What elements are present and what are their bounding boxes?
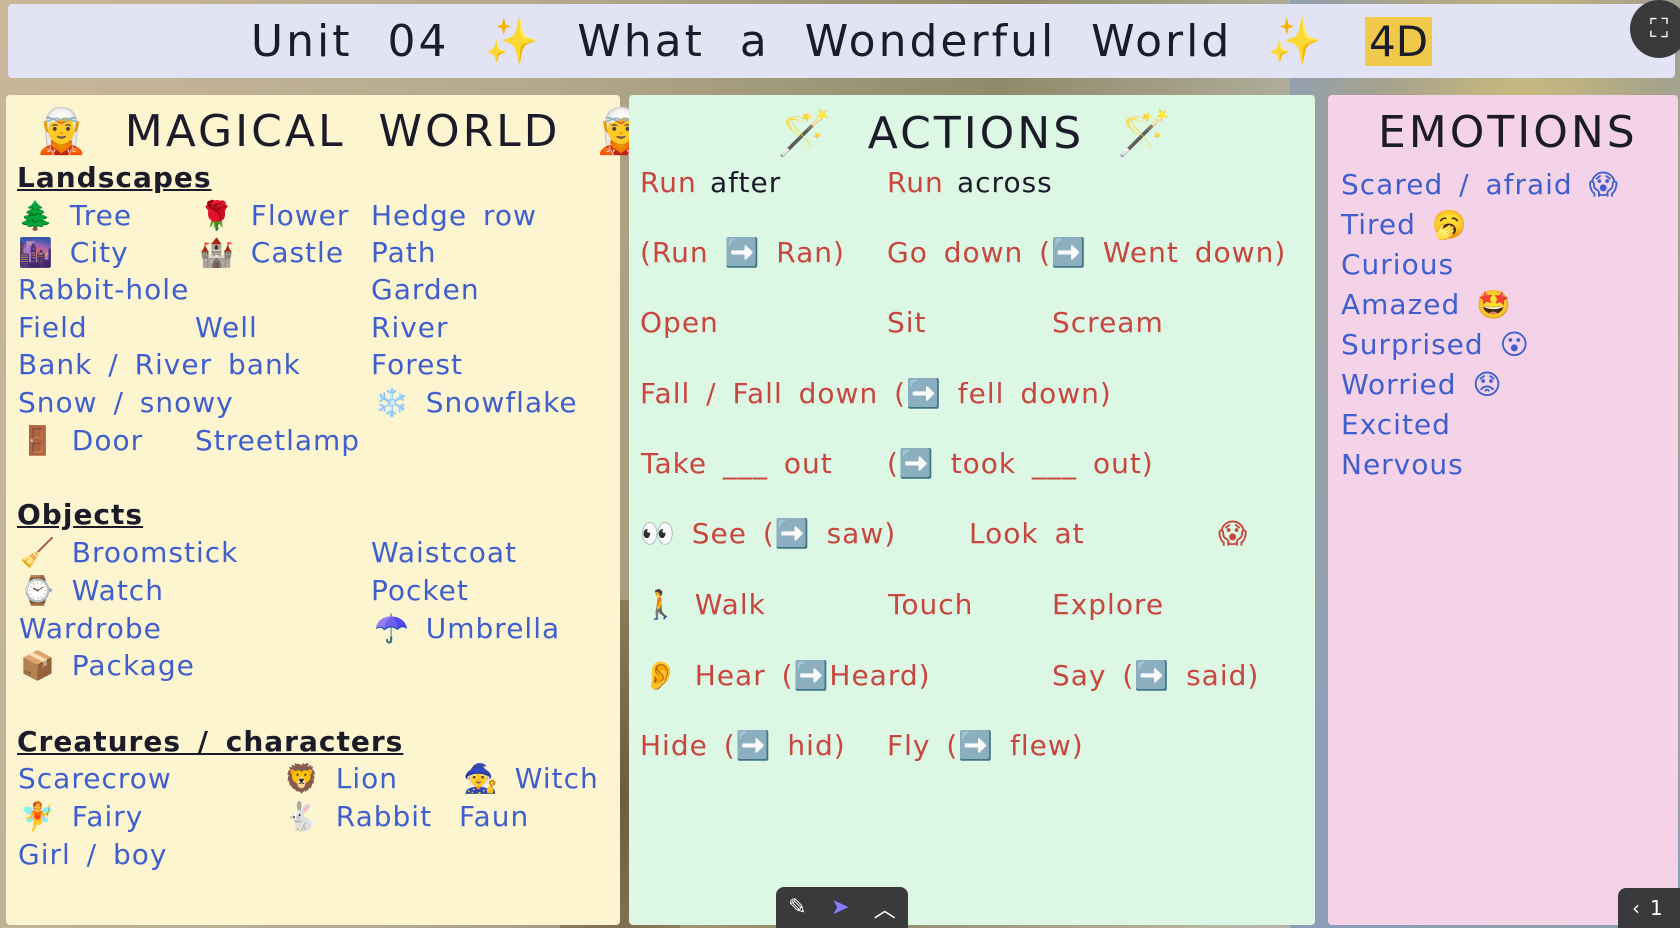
page-navigator: ‹ 1 bbox=[1618, 888, 1680, 928]
page-number: 1 bbox=[1650, 896, 1663, 920]
emotions-title: EMOTIONS bbox=[1378, 107, 1638, 158]
list-item: 🚪 Door bbox=[20, 424, 144, 457]
list-item: Hide (➡️ hid) bbox=[640, 729, 846, 762]
list-item: Waistcoat bbox=[371, 536, 518, 569]
list-item: Excited bbox=[1341, 408, 1451, 441]
list-item: 🧚 Fairy bbox=[20, 800, 144, 833]
list-item: Wardrobe bbox=[19, 612, 162, 645]
list-item: Hedge row bbox=[371, 199, 537, 232]
list-item: Open bbox=[640, 306, 719, 339]
list-item: Scream bbox=[1052, 306, 1164, 339]
list-item: (➡️ took ___ out) bbox=[887, 447, 1154, 480]
list-item: 🧙 Witch bbox=[463, 762, 599, 795]
page-title: Unit 04 ✨ What a Wonderful World ✨ bbox=[250, 16, 1326, 67]
list-item: Pocket bbox=[371, 574, 469, 607]
list-item: ☂️ Umbrella bbox=[374, 612, 561, 645]
actions-title: 🪄 ACTIONS 🪄 bbox=[777, 108, 1175, 159]
fullscreen-button[interactable]: ⛶ bbox=[1630, 0, 1680, 58]
list-item: Worried 😟 bbox=[1341, 368, 1503, 401]
list-item: ❄️ Snowflake bbox=[374, 386, 578, 419]
list-item: Sit bbox=[887, 306, 927, 339]
list-item: 🦁 Lion bbox=[284, 762, 399, 795]
list-item: Run bbox=[640, 166, 697, 199]
list-item: 🌲 Tree bbox=[18, 199, 133, 232]
pointer-icon[interactable]: ➤ bbox=[831, 895, 849, 920]
creatures-heading: Creatures / characters bbox=[17, 725, 404, 758]
class-badge: 4D bbox=[1365, 16, 1433, 66]
list-item: 🚶 Walk bbox=[643, 588, 766, 621]
list-item: Take ___ out bbox=[641, 447, 833, 480]
emotions-panel: EMOTIONS Scared / afraid 😱 Tired 🥱 Curio… bbox=[1328, 95, 1678, 925]
list-item: Say (➡️ said) bbox=[1052, 659, 1260, 692]
list-item: Garden bbox=[371, 273, 480, 306]
landscapes-heading: Landscapes bbox=[17, 161, 212, 194]
list-item: Field bbox=[18, 311, 88, 344]
list-item: 📦 Package bbox=[20, 649, 195, 682]
chevron-up-icon[interactable]: ︿ bbox=[874, 892, 896, 924]
list-item: Snow / snowy bbox=[18, 386, 234, 419]
list-item: 🏰 Castle bbox=[199, 236, 345, 269]
list-item: Fall / Fall down (➡️ fell down) bbox=[640, 377, 1112, 410]
pen-icon[interactable]: ✎ bbox=[788, 895, 806, 920]
list-item: across bbox=[957, 166, 1053, 199]
list-item: 👂 Hear (➡️Heard) bbox=[643, 659, 931, 692]
list-item: 🌆 City bbox=[18, 236, 129, 269]
list-item: Forest bbox=[371, 348, 463, 381]
list-item: Look at bbox=[969, 517, 1085, 550]
list-item: River bbox=[371, 311, 449, 344]
list-item: 🧹 Broomstick bbox=[20, 536, 239, 569]
chevron-left-icon[interactable]: ‹ bbox=[1632, 896, 1640, 920]
objects-heading: Objects bbox=[17, 498, 144, 531]
magical-world-panel: 🧝 MAGICAL WORLD 🧝 Landscapes 🌲 Tree 🌹 Fl… bbox=[6, 95, 648, 925]
list-item: Fly (➡️ flew) bbox=[887, 729, 1084, 762]
list-item: Streetlamp bbox=[195, 424, 361, 457]
list-item: Curious bbox=[1341, 248, 1455, 281]
magical-world-title: 🧝 MAGICAL WORLD 🧝 bbox=[34, 106, 652, 157]
list-item: 🌹 Flower bbox=[199, 199, 350, 232]
drawing-toolbar: ✎ ➤ ︿ bbox=[776, 887, 908, 928]
list-item: Bank / River bank bbox=[18, 348, 301, 381]
list-item: 🐇 Rabbit bbox=[284, 800, 433, 833]
list-item: Well bbox=[195, 311, 258, 344]
list-item: ⌚ Watch bbox=[20, 574, 164, 607]
list-item: Run bbox=[887, 166, 944, 199]
list-item: Tired 🥱 bbox=[1341, 208, 1468, 241]
list-item: (Run ➡️ Ran) bbox=[640, 236, 845, 269]
list-item: Touch bbox=[888, 588, 974, 621]
list-item: after bbox=[710, 166, 782, 199]
list-item: Explore bbox=[1052, 588, 1165, 621]
list-item: Go down (➡️ Went down) bbox=[887, 236, 1287, 269]
list-item: Scared / afraid 😱 bbox=[1341, 168, 1619, 201]
list-item: Rabbit-hole bbox=[18, 273, 190, 306]
list-item: Surprised 😮 bbox=[1341, 328, 1530, 361]
list-item: Nervous bbox=[1341, 448, 1464, 481]
fullscreen-icon: ⛶ bbox=[1649, 13, 1669, 44]
list-item: Amazed 🤩 bbox=[1341, 288, 1513, 321]
list-item: 👀 See (➡️ saw) bbox=[640, 517, 897, 550]
actions-panel: 🪄 ACTIONS 🪄 Run after Run across (Run ➡️… bbox=[629, 95, 1315, 925]
header-bar: Unit 04 ✨ What a Wonderful World ✨ 4D bbox=[8, 4, 1675, 78]
list-item: 😱 bbox=[1218, 517, 1249, 550]
list-item: Faun bbox=[459, 800, 530, 833]
list-item: Girl / boy bbox=[18, 838, 168, 871]
list-item: Scarecrow bbox=[18, 762, 172, 795]
list-item: Path bbox=[371, 236, 437, 269]
